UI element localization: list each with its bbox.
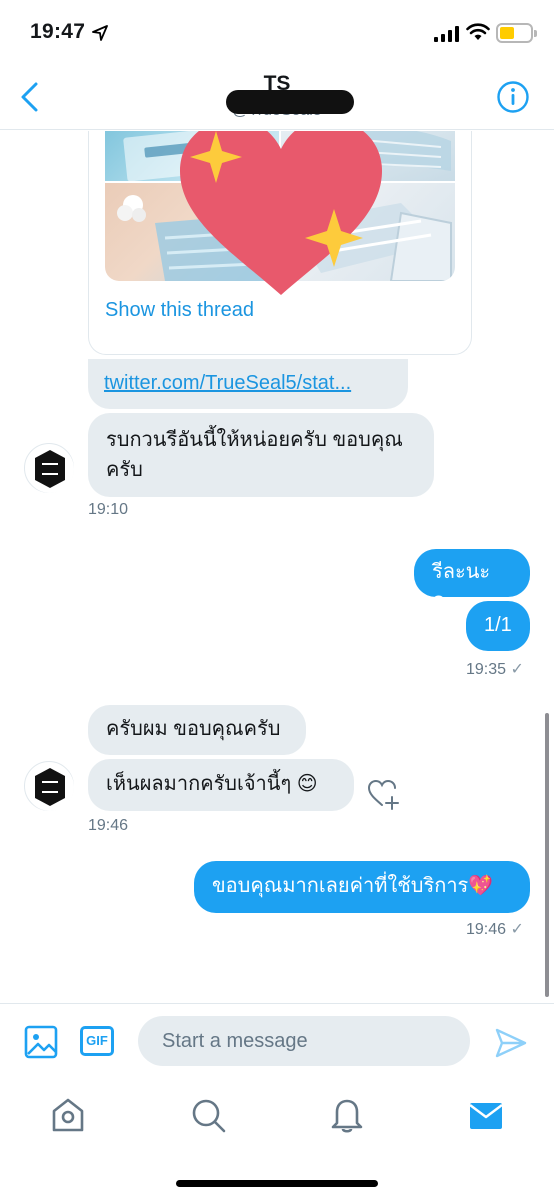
read-check-icon: ✓ — [510, 661, 524, 678]
tweet-link[interactable]: twitter.com/TrueSeal5/stat... — [104, 372, 351, 394]
search-icon[interactable] — [188, 1095, 228, 1135]
battery-icon — [496, 23, 537, 43]
message-text: ขอบคุณมากเลยค่าที่ใช้บริการ💖 — [212, 875, 494, 897]
avatar[interactable] — [24, 761, 74, 811]
home-indicator — [176, 1180, 378, 1187]
sent-message-bubble[interactable]: รีละนะคะ — [414, 549, 530, 612]
message-text: ครับผม ขอบคุณครับ — [106, 718, 281, 740]
message-text: เห็นผลมากครับเจ้านี้ๆ 😊 — [106, 773, 318, 795]
received-message-bubble[interactable]: รบกวนรีอันนี้ให้หน่อยครับ ขอบคุณครับ — [88, 413, 434, 497]
message-timestamp: 19:10 — [88, 501, 129, 518]
image-icon[interactable] — [24, 1024, 60, 1060]
message-timestamp: 19:46 — [88, 817, 129, 834]
sent-message-bubble[interactable]: 1/1 — [466, 601, 530, 651]
message-input[interactable] — [138, 1016, 470, 1066]
message-composer: GIF — [0, 1003, 554, 1079]
message-timestamp: 19:46 ✓ — [466, 921, 524, 938]
add-reaction-heart-icon[interactable] — [366, 777, 402, 811]
signal-icon — [434, 26, 459, 42]
message-timestamp: 19:35 ✓ — [466, 661, 524, 678]
conversation-header: TS @TrueSeal5 — [0, 66, 554, 130]
sparkling-heart-sticker — [180, 131, 382, 295]
sent-message-bubble[interactable]: ขอบคุณมากเลยค่าที่ใช้บริการ💖 — [194, 861, 530, 913]
message-list[interactable]: Show this thread twitter.com/TrueSeal5/s… — [0, 131, 554, 1003]
redaction-bar — [226, 90, 354, 114]
message-text: รบกวนรีอันนี้ให้หน่อยครับ ขอบคุณครับ — [106, 429, 403, 481]
location-arrow-icon — [92, 25, 108, 41]
show-thread-link[interactable]: Show this thread — [105, 299, 254, 322]
wifi-icon — [466, 23, 490, 40]
bottom-tab-bar — [0, 1079, 554, 1200]
notifications-bell-icon[interactable] — [327, 1095, 367, 1135]
info-icon[interactable] — [496, 80, 530, 114]
scrollbar[interactable] — [545, 713, 549, 997]
status-time: 19:47 — [30, 20, 86, 43]
received-message-bubble[interactable]: เห็นผลมากครับเจ้านี้ๆ 😊 — [88, 759, 354, 811]
read-check-icon: ✓ — [510, 921, 524, 938]
home-icon[interactable] — [48, 1095, 88, 1135]
avatar[interactable] — [24, 443, 74, 493]
messages-envelope-icon[interactable] — [466, 1095, 506, 1135]
message-text: 1/1 — [484, 614, 512, 636]
received-message-bubble[interactable]: ครับผม ขอบคุณครับ — [88, 705, 306, 755]
message-link-bubble[interactable]: twitter.com/TrueSeal5/stat... — [88, 359, 408, 409]
status-bar: 19:47 — [0, 0, 554, 66]
send-icon[interactable] — [494, 1026, 528, 1060]
gif-icon[interactable]: GIF — [80, 1026, 114, 1056]
